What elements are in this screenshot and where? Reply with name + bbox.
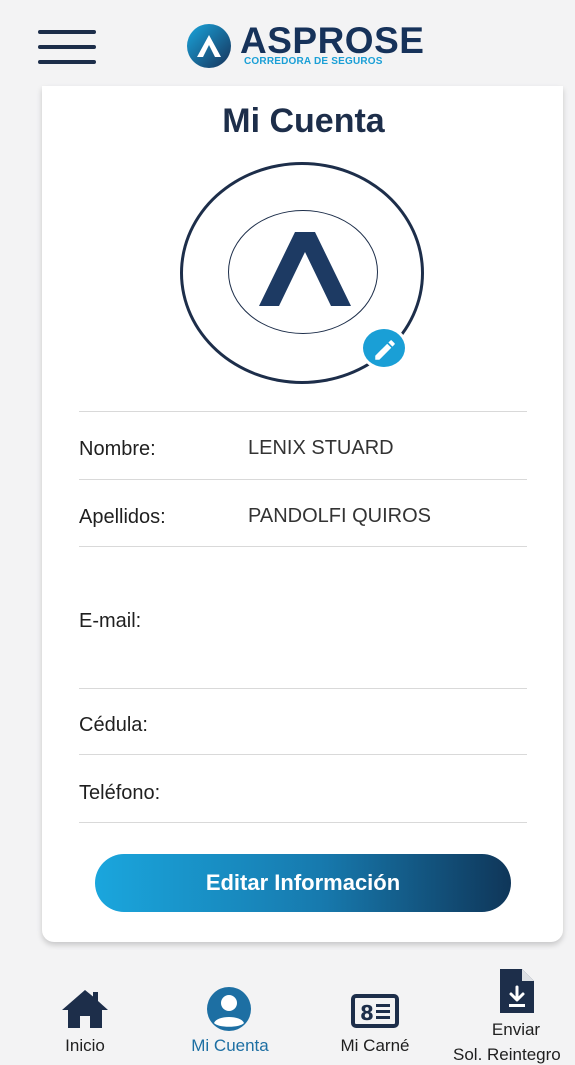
brand-logo-icon [187,24,231,68]
edit-avatar-button[interactable] [360,326,408,370]
divider [79,688,527,689]
bottom-navigation: Inicio Mi Cuenta 8 Mi Carné Enviar Sol. … [0,950,575,1065]
nombre-value: LENIX STUARD [248,437,394,459]
nombre-label: Nombre: [79,438,156,460]
id-card-icon: 8 [351,994,399,1028]
nav-item-enviar-reintegro[interactable]: Enviar Sol. Reintegro [450,965,575,1065]
nav-label-sol-reintegro: Sol. Reintegro [453,1045,561,1064]
svg-text:8: 8 [360,1001,374,1025]
telefono-label: Teléfono: [79,782,161,804]
page-title: Mi Cuenta [222,102,385,140]
pencil-icon [375,340,395,360]
profile-logo-icon [259,232,351,306]
top-app-bar: ASPROSE CORREDORA DE SEGUROS [0,0,575,90]
divider [79,546,527,547]
home-icon [62,990,108,1028]
brand-tagline: CORREDORA DE SEGUROS [244,56,383,67]
brand-logo: ASPROSE CORREDORA DE SEGUROS [186,22,436,72]
apellidos-value: PANDOLFI QUIROS [248,505,431,527]
nav-label-mi-carne: Mi Carné [340,1036,410,1055]
email-label: E-mail: [79,610,142,632]
user-circle-icon [207,987,251,1031]
nav-item-mi-cuenta[interactable]: Mi Cuenta [175,980,285,1060]
nav-label-enviar: Enviar [491,1020,541,1039]
hamburger-menu-icon[interactable] [38,30,96,66]
cedula-label: Cédula: [79,714,148,736]
apellidos-label: Apellidos: [79,506,166,528]
divider [79,754,527,755]
divider [79,822,527,823]
edit-information-button[interactable]: Editar Información [95,854,511,912]
divider [79,411,527,412]
nav-label-inicio: Inicio [65,1036,105,1055]
brand-name: ASPROSE [240,20,425,61]
document-download-icon [500,969,534,1013]
nav-item-mi-carne[interactable]: 8 Mi Carné [325,980,425,1060]
divider [79,479,527,480]
nav-item-inicio[interactable]: Inicio [50,980,120,1060]
nav-label-mi-cuenta: Mi Cuenta [191,1036,269,1055]
